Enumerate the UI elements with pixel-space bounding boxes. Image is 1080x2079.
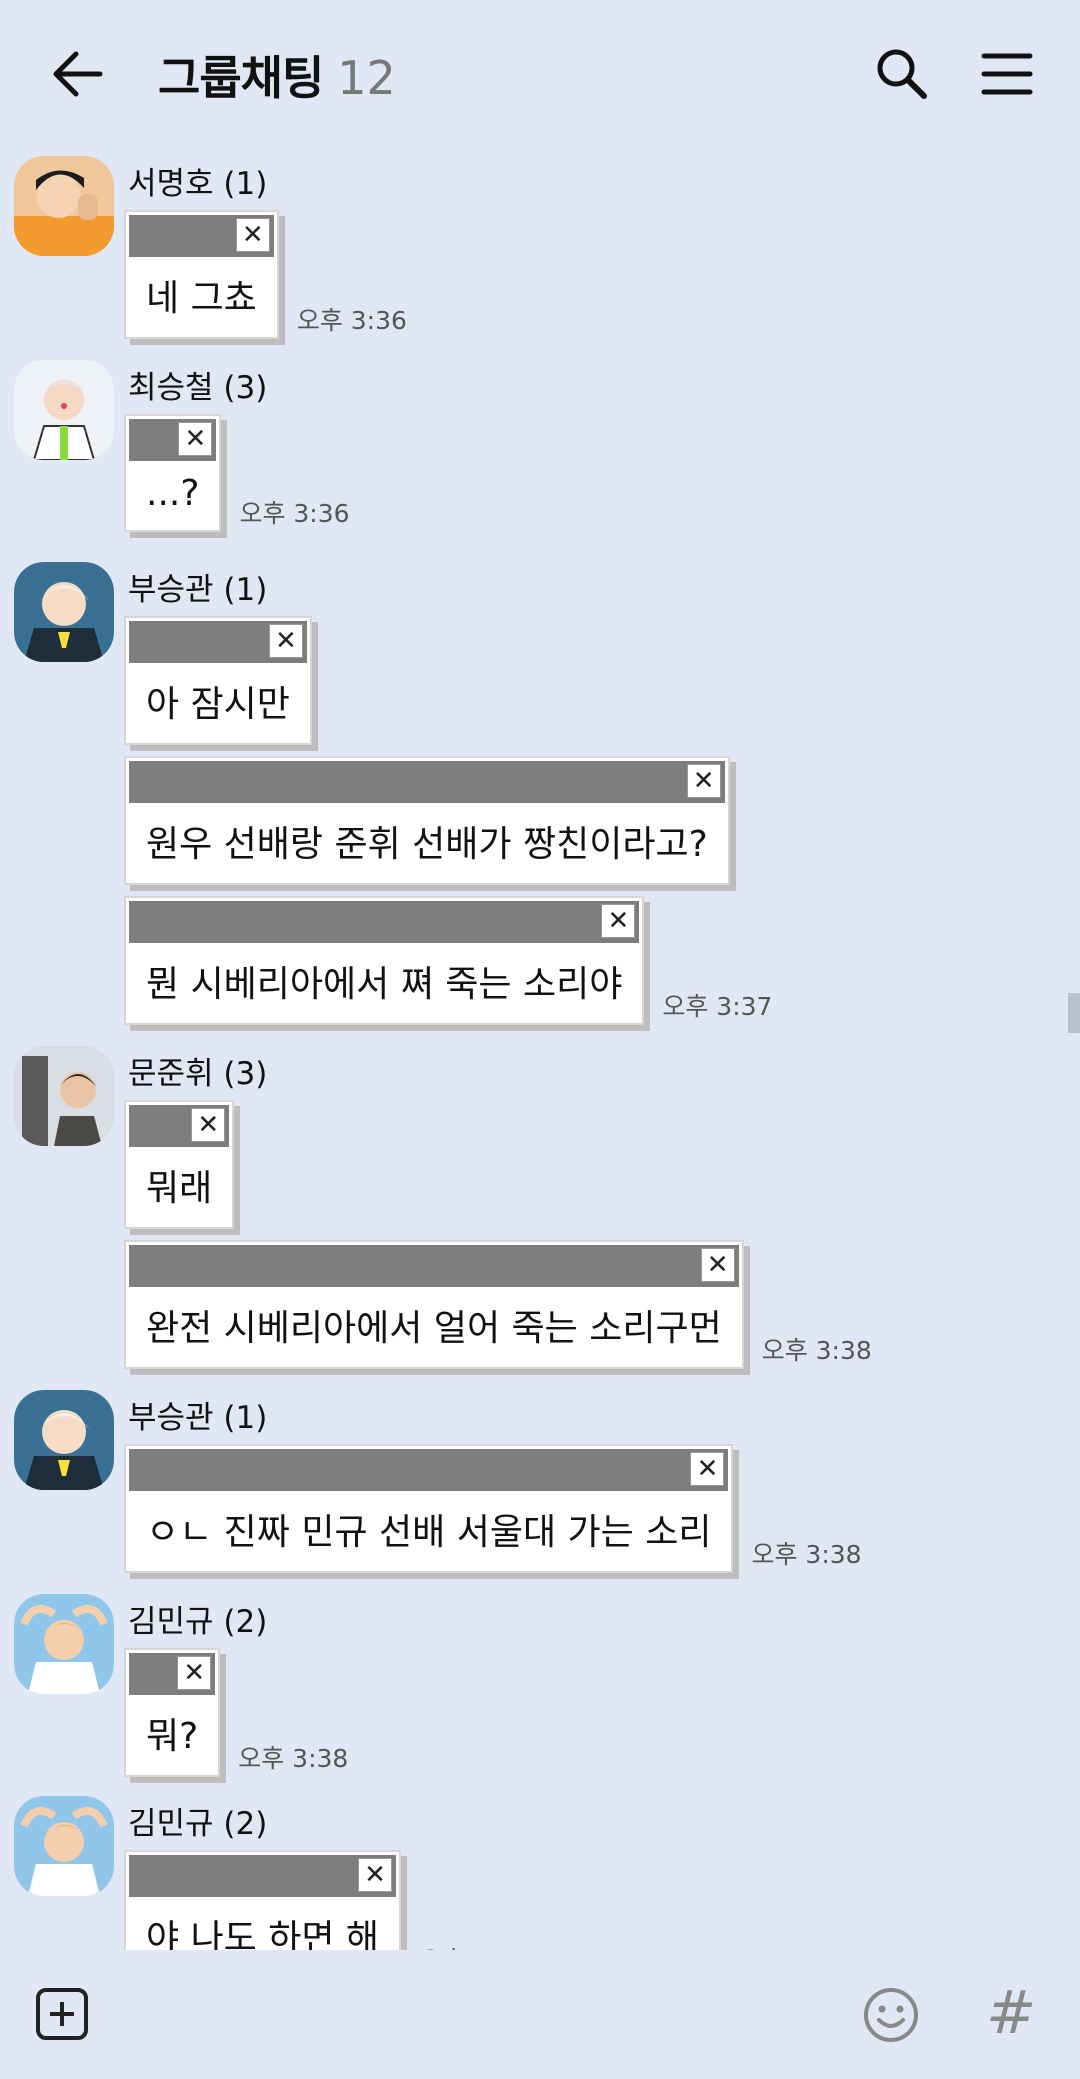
close-icon[interactable]: ✕: [177, 1656, 212, 1690]
sender-name: 서명호 (1): [128, 166, 268, 202]
message-row: ✕ 뭔 시베리아에서 쪄 죽는 소리야 오후 3:37: [124, 896, 772, 1025]
message-time: 오후 3:36: [239, 499, 350, 528]
search-icon: [877, 49, 927, 99]
bubble-title-bar: ✕: [129, 1653, 216, 1695]
message-row: ✕ 아 잠시만: [124, 616, 312, 745]
close-icon[interactable]: ✕: [700, 1248, 735, 1282]
avatar[interactable]: [14, 156, 114, 256]
message-time: 오후 3:39: [419, 1941, 529, 1950]
message-time: 오후 3:38: [238, 1744, 349, 1773]
message-text: ...?: [146, 473, 200, 514]
sender-name: 김민규 (2): [128, 1604, 268, 1640]
menu-button[interactable]: [980, 52, 1034, 96]
bubble-title-bar: ✕: [129, 1449, 729, 1491]
bubble-title-bar: ✕: [129, 215, 274, 257]
message-text: 원우 선배랑 준휘 선배가 짱친이라고?: [146, 824, 708, 865]
chat-header: 그룹채팅 12: [0, 0, 1080, 148]
message-row: ✕ 원우 선배랑 준휘 선배가 짱친이라고?: [124, 756, 730, 885]
message-row: ✕ 야 나도 하면 해 오후 3:39: [124, 1850, 529, 1950]
close-icon[interactable]: ✕: [686, 764, 721, 798]
message-text: 뭐?: [146, 1716, 199, 1757]
avatar[interactable]: [14, 1046, 114, 1146]
bubble-title-bar: ✕: [129, 1245, 739, 1287]
arrow-left-icon: [53, 51, 103, 97]
message-bubble[interactable]: ✕ 뭐래: [124, 1100, 235, 1229]
avatar[interactable]: [14, 1796, 114, 1896]
avatar[interactable]: [14, 1594, 114, 1694]
plus-square-icon[interactable]: [36, 1988, 88, 2040]
message-bubble[interactable]: ✕ ㅇㄴ 진짜 민규 선배 서울대 가는 소리: [124, 1444, 734, 1573]
close-icon[interactable]: ✕: [358, 1858, 393, 1892]
message-row: ✕ 뭐? 오후 3:38: [124, 1648, 348, 1777]
bubble-title-bar: ✕: [129, 761, 725, 803]
message-bubble[interactable]: ✕ ...?: [124, 414, 222, 532]
chat-input-bar: #: [0, 1950, 1080, 2079]
message-text: 아 잠시만: [146, 684, 290, 725]
sender-name: 최승철 (3): [128, 370, 268, 406]
message-bubble[interactable]: ✕ 아 잠시만: [124, 616, 312, 745]
close-icon[interactable]: ✕: [268, 624, 303, 658]
message-row: ✕ 네 그쵸 오후 3:36: [124, 210, 407, 339]
message-row: ✕ 뭐래: [124, 1100, 235, 1229]
sender-name: 문준휘 (3): [128, 1056, 268, 1092]
smiley-icon: [864, 1988, 918, 2042]
sender-name: 부승관 (1): [128, 572, 268, 608]
chat-title-area: 그룹채팅 12: [158, 42, 396, 108]
message-time: 오후 3:38: [751, 1540, 862, 1569]
avatar[interactable]: [14, 360, 114, 460]
message-text: 완전 시베리아에서 얼어 죽는 소리구먼: [146, 1308, 722, 1349]
close-icon[interactable]: ✕: [601, 904, 636, 938]
message-time: 오후 3:38: [761, 1336, 872, 1365]
avatar[interactable]: [14, 1390, 114, 1490]
close-icon[interactable]: ✕: [235, 218, 270, 252]
bubble-title-bar: ✕: [129, 1105, 230, 1147]
hashtag-icon[interactable]: #: [986, 1978, 1036, 2048]
message-text: 야 나도 하면 해: [146, 1918, 380, 1950]
avatar[interactable]: [14, 562, 114, 662]
message-time: 오후 3:37: [662, 992, 773, 1021]
bubble-title-bar: ✕: [129, 1855, 397, 1897]
sender-name: 부승관 (1): [128, 1400, 268, 1436]
back-button[interactable]: [50, 48, 106, 100]
close-icon[interactable]: ✕: [191, 1108, 226, 1142]
bubble-title-bar: ✕: [129, 621, 307, 663]
message-text: 네 그쵸: [146, 278, 257, 319]
message-list[interactable]: 서명호 (1) ✕ 네 그쵸 오후 3:36 최승철 (3) ✕ ...? 오후…: [0, 148, 1080, 1950]
message-row: ✕ ㅇㄴ 진짜 민규 선배 서울대 가는 소리 오후 3:38: [124, 1444, 862, 1573]
emoji-button[interactable]: [862, 1986, 920, 2044]
sender-name: 김민규 (2): [128, 1806, 268, 1842]
message-text: 뭔 시베리아에서 쪄 죽는 소리야: [146, 964, 623, 1005]
close-icon[interactable]: ✕: [690, 1452, 725, 1486]
close-icon[interactable]: ✕: [178, 422, 213, 456]
chat-title: 그룹채팅: [158, 51, 324, 105]
message-text: ㅇㄴ 진짜 민규 선배 서울대 가는 소리: [146, 1512, 712, 1553]
bubble-title-bar: ✕: [129, 901, 640, 943]
message-row: ✕ ...? 오후 3:36: [124, 414, 350, 532]
message-bubble[interactable]: ✕ 완전 시베리아에서 얼어 죽는 소리구먼: [124, 1240, 744, 1369]
message-bubble[interactable]: ✕ 원우 선배랑 준휘 선배가 짱친이라고?: [124, 756, 730, 885]
message-bubble[interactable]: ✕ 네 그쵸: [124, 210, 279, 339]
message-bubble[interactable]: ✕ 뭐?: [124, 1648, 221, 1777]
hamburger-menu-icon: [981, 53, 1033, 95]
message-text: 뭐래: [146, 1168, 213, 1209]
scrollbar-handle[interactable]: [1068, 993, 1080, 1033]
bubble-title-bar: ✕: [129, 419, 217, 461]
search-button[interactable]: [874, 46, 928, 100]
message-bubble[interactable]: ✕ 뭔 시베리아에서 쪄 죽는 소리야: [124, 896, 645, 1025]
message-time: 오후 3:36: [296, 306, 407, 335]
message-bubble[interactable]: ✕ 야 나도 하면 해: [124, 1850, 402, 1950]
message-row: ✕ 완전 시베리아에서 얼어 죽는 소리구먼 오후 3:38: [124, 1240, 872, 1369]
member-count: 12: [337, 51, 396, 105]
